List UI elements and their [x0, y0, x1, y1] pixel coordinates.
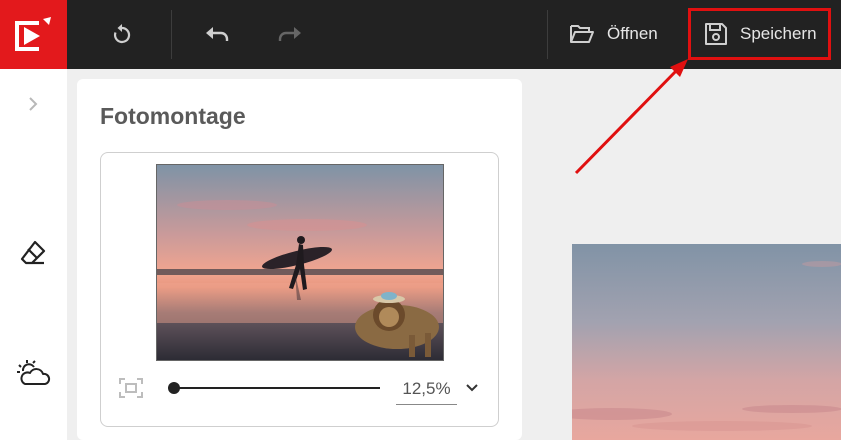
zoom-slider-handle[interactable]	[168, 382, 180, 394]
chevron-down-icon[interactable]	[465, 381, 479, 400]
photomontage-panel: Fotomontage 12,5%	[77, 79, 522, 440]
eraser-icon[interactable]	[17, 237, 49, 269]
play-logo-icon	[15, 17, 51, 51]
zoom-value[interactable]: 12,5%	[396, 377, 457, 405]
folder-open-icon	[570, 25, 594, 43]
open-button-label: Öffnen	[607, 24, 658, 43]
toolbar-divider	[547, 10, 548, 59]
redo-icon[interactable]	[276, 22, 302, 48]
open-button[interactable]: Öffnen	[569, 18, 658, 50]
annotation-arrow	[574, 59, 688, 175]
toolbar-divider	[171, 10, 172, 59]
canvas-photo	[572, 244, 841, 440]
top-toolbar: Öffnen Speichern	[0, 0, 841, 69]
main-canvas-image[interactable]	[572, 244, 841, 440]
chevron-right-icon[interactable]	[22, 93, 44, 115]
save-button-highlight	[688, 8, 831, 60]
panel-title: Fotomontage	[100, 103, 246, 129]
canvas-thumbnail[interactable]	[156, 164, 444, 361]
undo-icon[interactable]	[205, 22, 231, 48]
app-logo[interactable]	[0, 0, 67, 69]
zoom-slider-track[interactable]	[173, 387, 380, 389]
sun-cloud-icon[interactable]	[15, 357, 51, 389]
reset-icon[interactable]	[109, 22, 135, 48]
photo-thumbnail-image	[157, 165, 443, 360]
navigator-card: 12,5%	[100, 152, 499, 427]
left-sidebar	[0, 69, 67, 440]
fit-to-screen-icon[interactable]	[118, 377, 144, 404]
